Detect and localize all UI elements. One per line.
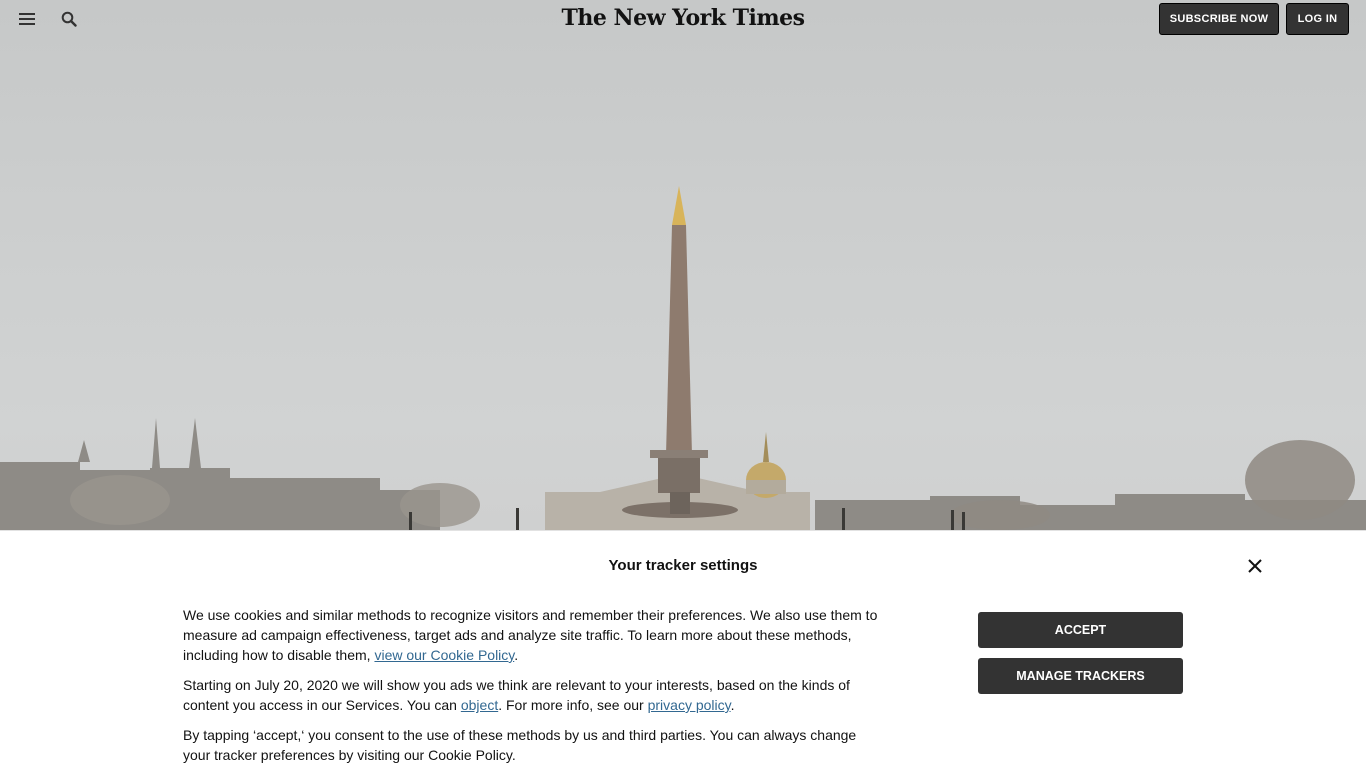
obelisk-photo [0, 186, 1366, 530]
consent-paragraph: By tapping ‘accept,‘ you consent to the … [183, 727, 857, 763]
cookie-text-end: . [514, 647, 519, 663]
login-button[interactable]: LOG IN [1286, 3, 1349, 35]
subscribe-button[interactable]: SUBSCRIBE NOW [1159, 3, 1279, 35]
manage-trackers-button[interactable]: MANAGE TRACKERS [978, 658, 1183, 694]
banner-title: Your tracker settings [608, 557, 758, 574]
ads-text-end: . [730, 697, 735, 713]
ads-text-mid: . For more info, see our [498, 697, 648, 713]
object-link[interactable]: object [461, 697, 498, 713]
hero-image [0, 0, 1366, 530]
accept-button[interactable]: ACCEPT [978, 612, 1183, 648]
banner-body: We use cookies and similar methods to re… [183, 605, 883, 768]
ads-paragraph: Starting on July 20, 2020 we will show y… [183, 675, 883, 715]
cookie-paragraph: We use cookies and similar methods to re… [183, 605, 883, 665]
masthead: The New York Times SUBSCRIBE NOW LOG IN [0, 0, 1366, 38]
privacy-policy-link[interactable]: privacy policy [648, 697, 731, 713]
tracker-settings-banner: Your tracker settings We use cookies and… [0, 530, 1366, 768]
cookie-text: We use cookies and similar methods to re… [183, 607, 878, 663]
cookie-policy-link[interactable]: view our Cookie Policy [374, 647, 514, 663]
close-icon[interactable] [1244, 555, 1266, 577]
